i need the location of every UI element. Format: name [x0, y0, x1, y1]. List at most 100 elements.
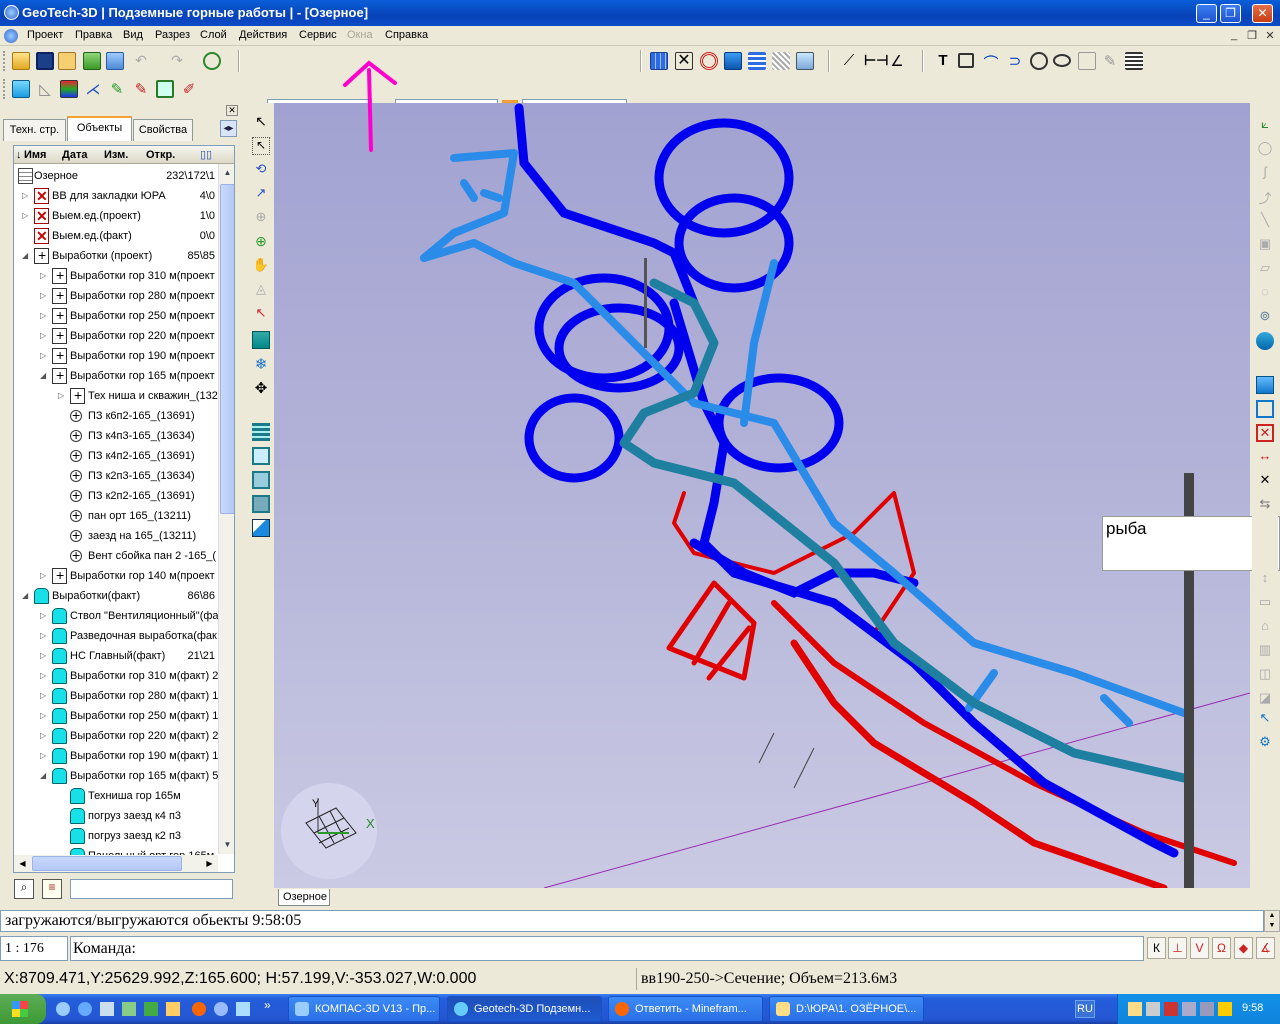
rotate-view-icon[interactable]: ⟲ — [252, 161, 270, 179]
maximize-button[interactable]: ❐ — [1220, 4, 1241, 23]
close-button[interactable]: ✕ — [1252, 4, 1273, 23]
tree-item[interactable]: ▷ Выработки гор 310 м(проект — [14, 266, 219, 286]
expand-icon[interactable]: ▷ — [40, 352, 47, 360]
angle-icon[interactable]: ∠ — [888, 52, 906, 70]
polyline-tool-icon[interactable]: ⌒ — [982, 52, 1000, 72]
menu-view[interactable]: Вид — [123, 29, 143, 41]
solid-icon[interactable] — [1256, 332, 1274, 350]
toolbar-grip[interactable] — [3, 79, 7, 99]
scroll-thumb[interactable] — [32, 856, 182, 871]
clock[interactable]: 9:58 — [1242, 1002, 1263, 1014]
tab-objects[interactable]: Объекты — [67, 116, 132, 141]
mesh-icon[interactable] — [796, 52, 814, 70]
green-pen-icon[interactable]: ✎ — [108, 80, 126, 98]
expand-icon[interactable]: ▷ — [40, 292, 47, 300]
tree-item[interactable]: ▷ Выработки гор 280 м(факт) 1 — [14, 686, 219, 706]
menu-edit[interactable]: Правка — [75, 29, 112, 41]
tree-item[interactable]: ▷ ВВ для закладки ЮРА 4\0 — [14, 186, 219, 206]
3d-viewport[interactable]: Y X — [274, 103, 1250, 888]
tree-item[interactable]: ПЗ к2п2-165_(13691) — [14, 486, 219, 506]
tab-properties[interactable]: Свойства — [133, 119, 193, 141]
quicklaunch-firefox-icon[interactable] — [192, 1002, 206, 1016]
expand-icon[interactable]: ▷ — [40, 612, 47, 620]
expand-icon[interactable]: ▷ — [40, 272, 47, 280]
expand-icon[interactable]: ▷ — [40, 672, 47, 680]
select-frame-icon[interactable]: ↖ — [252, 137, 270, 155]
perpendicular-button[interactable]: ⊥ — [1168, 937, 1187, 959]
red-pen-icon[interactable]: ✎ — [132, 80, 150, 98]
menu-layer[interactable]: Слой — [200, 29, 227, 41]
tree-panel-icon[interactable] — [58, 52, 76, 70]
scroll-down-icon[interactable]: ▼ — [220, 837, 234, 853]
quicklaunch-kompas-icon[interactable] — [56, 1002, 70, 1016]
task-firefox[interactable]: Ответить - Minefram... — [608, 996, 763, 1022]
tray-folder-icon[interactable] — [1128, 1002, 1142, 1016]
cross-arrows-icon[interactable]: ✕ — [1256, 472, 1274, 490]
snap-omega-button[interactable]: Ω — [1212, 937, 1231, 959]
copy-icon[interactable] — [156, 80, 174, 98]
mine-workings-model[interactable]: Y X — [274, 103, 1250, 888]
tray-antivirus-icon[interactable] — [1164, 1002, 1178, 1016]
tree-vertical-scrollbar[interactable]: ▲ ▼ — [218, 164, 234, 854]
collapse-icon[interactable]: ◢ — [22, 252, 29, 260]
red-pointer-icon[interactable]: ↖ — [252, 305, 270, 323]
menu-help[interactable]: Справка — [385, 29, 428, 41]
3d-view-icon[interactable] — [252, 519, 270, 537]
tree-item[interactable]: погруз заезд к4 п3 — [14, 806, 219, 826]
axes-icon[interactable]: ⟀ — [1256, 116, 1274, 134]
layers-stack-icon[interactable] — [252, 423, 270, 441]
eraser-icon[interactable]: ✐ — [180, 80, 198, 98]
tree-item[interactable]: ПЗ к4п3-165_(13634) — [14, 426, 219, 446]
snap-diamond-button[interactable]: ◆ — [1234, 937, 1253, 959]
dimension-arrows-icon[interactable]: ↔ — [1256, 448, 1274, 466]
quicklaunch-more-icon[interactable]: » — [264, 998, 271, 1012]
tree-item[interactable]: Выем.ед.(факт) 0\0 — [14, 226, 219, 246]
command-input[interactable]: Команда: — [70, 936, 1144, 961]
shaded-view-icon[interactable] — [1256, 376, 1274, 394]
toolbar-grip[interactable] — [3, 51, 7, 71]
layers-icon[interactable] — [83, 52, 101, 70]
zoom-icon[interactable]: ⊕ — [252, 233, 270, 251]
arc-tool-icon[interactable]: ⊃ — [1006, 52, 1024, 70]
settings-cog-icon[interactable]: ⚙ — [1256, 734, 1274, 752]
tray-sound-icon[interactable] — [1200, 1002, 1214, 1016]
save-icon[interactable] — [36, 52, 54, 70]
expand-icon[interactable]: ▷ — [40, 572, 47, 580]
tree-item[interactable]: ▷ Разведочная выработка(фак — [14, 626, 219, 646]
properties-icon[interactable] — [106, 52, 124, 70]
tree-item[interactable]: ▷ Выработки гор 220 м(проект — [14, 326, 219, 346]
quicklaunch-network-icon[interactable] — [122, 1002, 136, 1016]
scroll-right-icon[interactable]: ▶ — [202, 856, 217, 871]
quicklaunch-folder-icon[interactable] — [166, 1002, 180, 1016]
expand-icon[interactable]: ▷ — [40, 332, 47, 340]
tab-tech-structure[interactable]: Техн. стр. — [3, 119, 66, 141]
rectangle-tool-icon[interactable] — [958, 53, 974, 68]
snap-v-button[interactable]: V — [1190, 937, 1209, 959]
color-layers-icon[interactable] — [60, 80, 78, 98]
quicklaunch-doc-icon[interactable] — [100, 1002, 114, 1016]
column-date[interactable]: Дата — [62, 146, 87, 164]
tree-item[interactable]: ▷ Выработки гор 220 м(факт) 2 — [14, 726, 219, 746]
task-geotech[interactable]: Geotech-3D Подземн... — [447, 996, 602, 1022]
language-indicator[interactable]: RU — [1075, 1000, 1095, 1018]
expand-icon[interactable]: ▷ — [22, 192, 29, 200]
find-object-icon[interactable]: ⌕ — [14, 879, 34, 899]
open-icon[interactable] — [12, 52, 30, 70]
expand-icon[interactable]: ▷ — [40, 652, 47, 660]
tree-item[interactable]: Техниша гор 165м — [14, 786, 219, 806]
tree-item[interactable]: ◢ Выработки(факт) 86\86 — [14, 586, 219, 606]
tree-item[interactable]: Озерное 232\172\1 — [14, 166, 219, 186]
snap-icon[interactable]: ⟋ — [840, 52, 858, 70]
collapse-icon[interactable]: ◢ — [40, 372, 47, 380]
split-view-icon[interactable] — [252, 471, 270, 489]
menu-service[interactable]: Сервис — [299, 29, 337, 41]
text-tool-icon[interactable]: T — [934, 52, 952, 70]
select-pointer-icon[interactable]: ↖ — [252, 113, 270, 131]
move-icon[interactable]: ✥ — [252, 379, 270, 397]
tree-item[interactable]: ▷ Выработки гор 250 м(проект — [14, 306, 219, 326]
scroll-thumb[interactable] — [220, 184, 234, 514]
dimension-icon[interactable]: ⊢⊣ — [864, 52, 888, 70]
expand-icon[interactable]: ▷ — [58, 392, 65, 400]
collapse-icon[interactable]: ◢ — [22, 592, 29, 600]
scroll-up-icon[interactable]: ▲ — [220, 165, 234, 181]
